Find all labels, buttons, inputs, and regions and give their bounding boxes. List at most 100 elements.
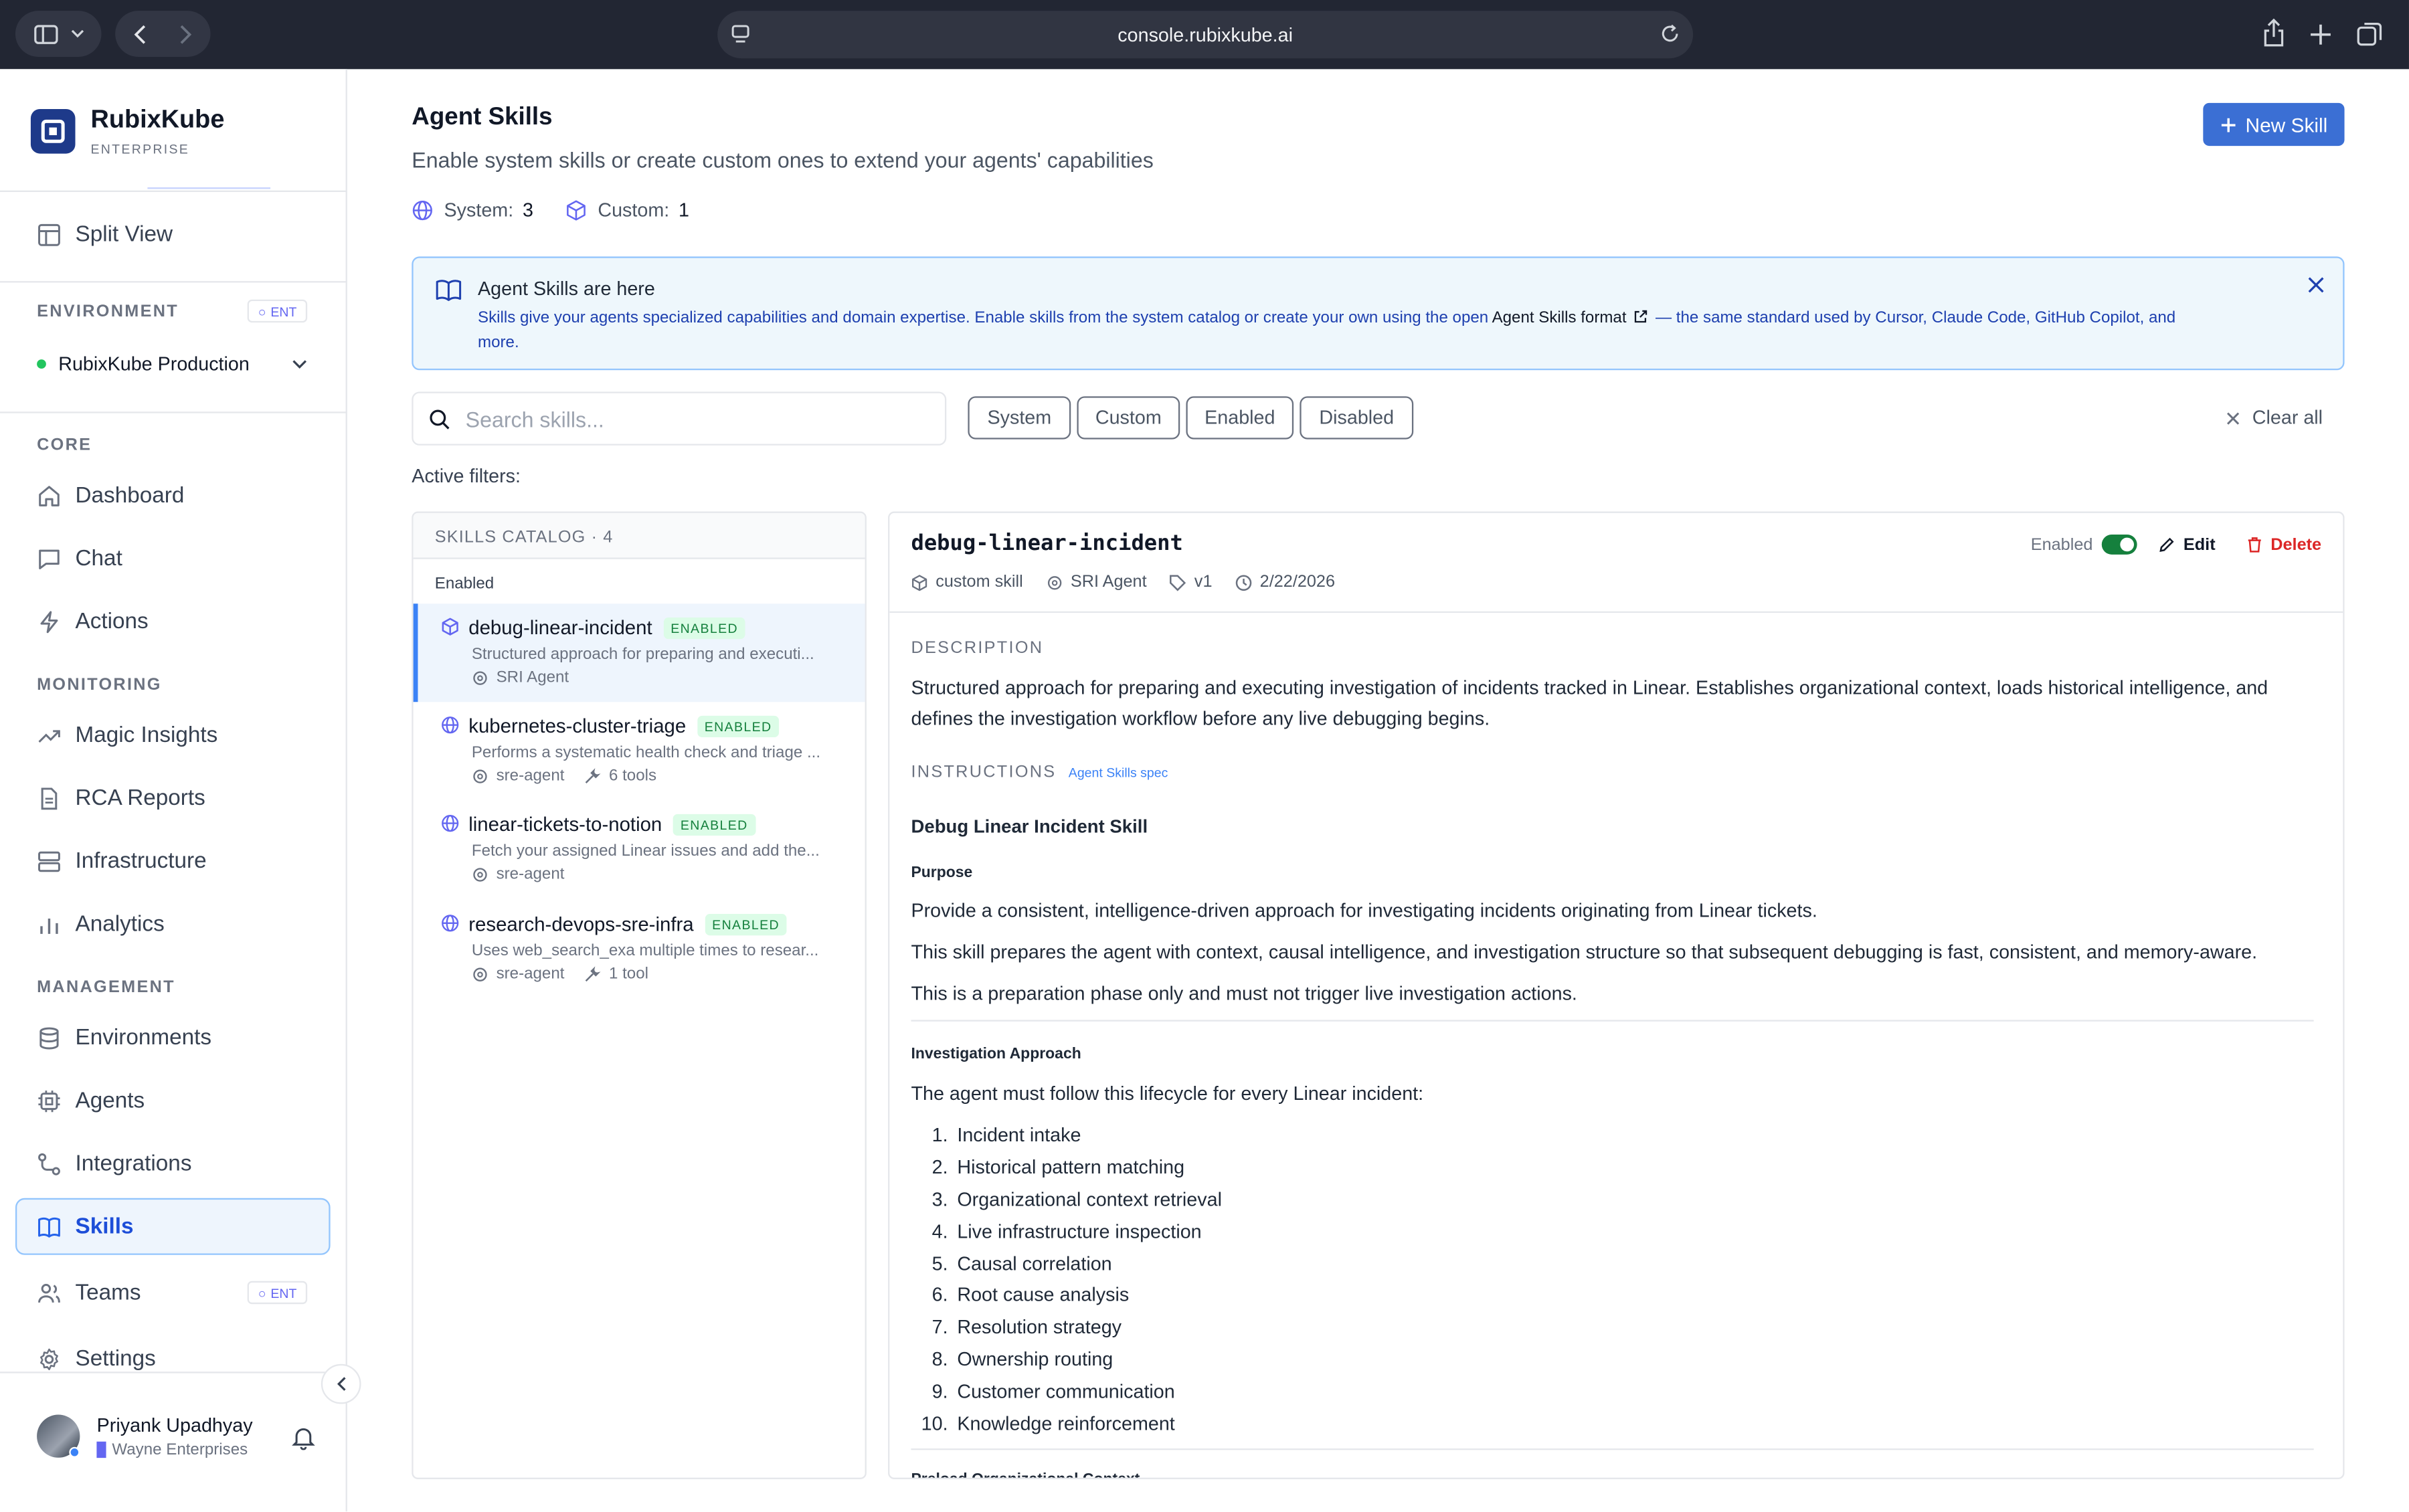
brand-edition: ENTERPRISE <box>90 141 190 157</box>
page-title: Agent Skills <box>412 104 553 131</box>
new-tab-icon[interactable] <box>2309 23 2332 45</box>
address-bar[interactable]: console.rubixkube.ai <box>717 11 1694 59</box>
page-subtitle: Enable system skills or create custom on… <box>412 147 1154 173</box>
sidebar-item-magic-insights[interactable]: Magic Insights <box>37 723 217 748</box>
environment-selector[interactable]: RubixKube Production <box>37 353 313 375</box>
skill-description: Fetch your assigned Linear issues and ad… <box>471 842 820 860</box>
home-icon <box>39 486 60 506</box>
filter-chip-disabled[interactable]: Disabled <box>1300 396 1414 440</box>
agent-skills-spec-link[interactable]: Agent Skills spec <box>1069 765 1168 780</box>
chevron-down-icon <box>70 29 83 38</box>
environment-heading: ENVIRONMENT <box>37 302 179 321</box>
sidebar-item-environments[interactable]: Environments <box>37 1026 211 1050</box>
database-icon <box>39 1027 59 1050</box>
reload-icon[interactable] <box>1660 23 1681 44</box>
agent-icon <box>473 670 487 684</box>
skill-description: Performs a systematic health check and t… <box>471 743 821 762</box>
purpose-text-3: This is a preparation phase only and mus… <box>911 983 1577 1005</box>
sidebar-item-actions[interactable]: Actions <box>37 609 149 634</box>
skill-meta: custom skill SRI Agent v1 2/22/2026 <box>911 573 1335 591</box>
skills-catalog-panel: SKILLS CATALOG · 4 Enabled debug-linear-… <box>412 511 867 1479</box>
sidebar-item-rca-reports[interactable]: RCA Reports <box>37 787 205 811</box>
sidebar-item-integrations[interactable]: Integrations <box>37 1152 191 1177</box>
sidebar-item-infrastructure[interactable]: Infrastructure <box>37 850 207 874</box>
list-item[interactable]: kubernetes-cluster-triage ENABLED Perform… <box>414 702 865 800</box>
tab-overview-icon[interactable] <box>2357 21 2383 48</box>
clock-icon <box>1235 574 1252 590</box>
filter-chip-custom[interactable]: Custom <box>1077 396 1180 440</box>
sidebar-item-agents[interactable]: Agents <box>37 1089 145 1114</box>
chat-icon <box>39 549 60 569</box>
brand[interactable]: RubixKube ENTERPRISE <box>30 106 224 157</box>
instructions-heading: INSTRUCTIONS <box>911 763 1057 782</box>
url-text: console.rubixkube.ai <box>1118 23 1293 45</box>
new-skill-button[interactable]: New Skill <box>2202 102 2345 147</box>
clear-all-button[interactable]: Clear all <box>2226 407 2323 429</box>
delete-button[interactable]: Delete <box>2246 535 2321 554</box>
announcement-banner: Agent Skills are here Skills give your a… <box>412 256 2345 371</box>
search-input[interactable]: Search skills... <box>412 391 947 446</box>
presence-dot <box>69 1446 80 1458</box>
cube-icon <box>912 574 927 591</box>
list-item: 5. Causal correlation <box>931 1252 1112 1274</box>
skill-name: linear-tickets-to-notion <box>468 812 662 836</box>
book-icon <box>38 1217 60 1238</box>
book-open-icon <box>436 280 462 301</box>
list-item: 2. Historical pattern matching <box>931 1156 1185 1178</box>
agent-skills-format-link[interactable]: Agent Skills format <box>1492 308 1627 327</box>
list-item[interactable]: research-devops-sre-infra ENABLED Uses we… <box>414 900 865 998</box>
search-placeholder: Search skills... <box>465 406 604 431</box>
sidebar-item-teams[interactable]: Teams <box>37 1281 141 1306</box>
split-view-button[interactable]: Split View <box>37 223 173 248</box>
sidebar-item-chat[interactable]: Chat <box>37 547 122 571</box>
sidebar-toggle-button[interactable] <box>15 11 102 57</box>
instructions-title: Debug Linear Incident Skill <box>911 816 1148 838</box>
custom-count: 1 <box>678 199 689 221</box>
main-content: Agent Skills Enable system skills or cre… <box>349 69 2409 1511</box>
avatar[interactable] <box>37 1414 80 1458</box>
core-heading: CORE <box>37 436 92 455</box>
share-icon[interactable] <box>2262 18 2287 48</box>
skill-counts: System: 3 Custom: 1 <box>412 199 689 221</box>
agent-icon <box>473 769 487 783</box>
status-dot-icon <box>37 359 46 369</box>
sidebar-item-dashboard[interactable]: Dashboard <box>37 484 184 508</box>
catalog-header: SKILLS CATALOG · 4 <box>434 528 614 547</box>
chevron-down-icon <box>292 360 307 369</box>
sidebar-item-skills[interactable]: Skills <box>15 1198 331 1255</box>
environment-value: RubixKube Production <box>58 353 250 375</box>
approach-heading: Investigation Approach <box>911 1046 1081 1063</box>
back-icon[interactable] <box>134 24 146 44</box>
close-icon[interactable] <box>2307 276 2324 293</box>
sidebar-item-settings[interactable]: Settings <box>37 1347 156 1372</box>
wrench-icon <box>586 767 602 783</box>
ent-circle-icon: ○ <box>258 1285 266 1301</box>
skill-title: debug-linear-incident <box>911 531 1183 557</box>
user-info[interactable]: Priyank Upadhyay ▉ Wayne Enterprises <box>97 1415 253 1460</box>
banner-text: Skills give your agents specialized capa… <box>478 308 2176 351</box>
list-item[interactable]: debug-linear-incident ENABLED Structured … <box>413 603 865 702</box>
globe-icon <box>442 815 459 832</box>
forward-icon[interactable] <box>180 24 192 44</box>
split-view-label: Split View <box>75 222 173 248</box>
user-org: Wayne Enterprises <box>112 1440 248 1460</box>
history-nav <box>115 11 211 57</box>
bell-icon[interactable] <box>292 1426 315 1450</box>
enabled-toggle[interactable] <box>2102 534 2138 555</box>
page-settings-icon[interactable] <box>730 23 751 44</box>
route-icon <box>38 1153 60 1175</box>
purpose-text-1: Provide a consistent, intelligence-drive… <box>911 900 1817 922</box>
filter-chip-system[interactable]: System <box>968 396 1071 440</box>
status-badge: ENABLED <box>662 617 746 640</box>
ent-badge: ○ ENT <box>247 299 308 323</box>
edit-button[interactable]: Edit <box>2159 535 2216 554</box>
trending-icon <box>38 730 60 743</box>
document-icon <box>41 787 58 810</box>
sidebar-item-analytics[interactable]: Analytics <box>37 913 165 937</box>
lifecycle-steps: 1. Incident intake 2. Historical pattern m… <box>915 1125 1222 1446</box>
list-item[interactable]: linear-tickets-to-notion ENABLED Fetch yo… <box>414 800 865 899</box>
filter-chip-enabled[interactable]: Enabled <box>1186 396 1294 440</box>
skill-name: research-devops-sre-infra <box>468 912 694 936</box>
globe-icon <box>412 200 432 221</box>
layout-icon <box>38 223 60 246</box>
